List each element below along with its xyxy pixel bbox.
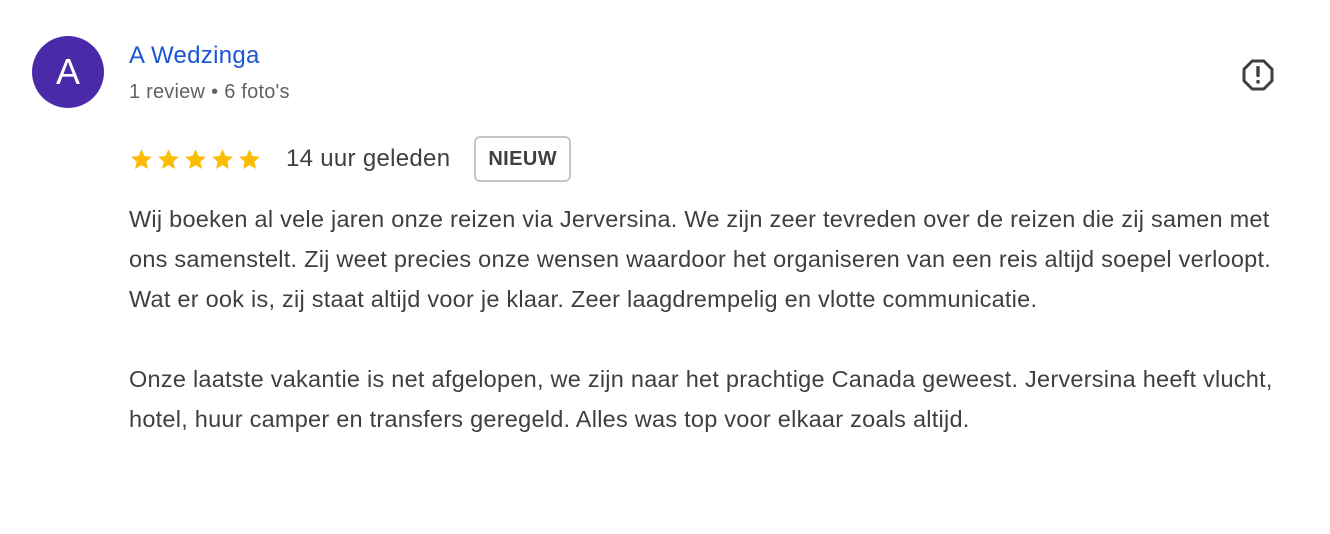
photo-count: 6 foto's bbox=[224, 81, 290, 103]
meta-separator: • bbox=[211, 81, 219, 103]
new-badge: NIEUW bbox=[474, 136, 572, 182]
star-icon bbox=[212, 148, 233, 169]
star-icon bbox=[239, 148, 260, 169]
review-paragraph: Onze laatste vakantie is net afgelopen, … bbox=[129, 366, 1273, 432]
report-review-button[interactable] bbox=[1238, 55, 1278, 95]
review-text: Wij boeken al vele jaren onze reizen via… bbox=[129, 199, 1309, 439]
star-icon bbox=[131, 148, 152, 169]
avatar[interactable]: A bbox=[32, 36, 104, 108]
review-paragraph: Wij boeken al vele jaren onze reizen via… bbox=[129, 206, 1272, 312]
star-icon bbox=[185, 148, 206, 169]
star-rating bbox=[129, 147, 262, 172]
rating-row: 14 uur geleden NIEUW bbox=[129, 136, 572, 182]
author-meta: 1 review • 6 foto's bbox=[129, 78, 290, 106]
author-name-link[interactable]: A Wedzinga bbox=[129, 41, 260, 71]
report-flag-icon bbox=[1242, 59, 1274, 91]
avatar-initial: A bbox=[55, 51, 80, 92]
review-count: 1 review bbox=[129, 81, 206, 103]
star-icon bbox=[158, 148, 179, 169]
review-time: 14 uur geleden bbox=[286, 145, 451, 172]
review-card: A A Wedzinga 1 review • 6 foto's 14 uur ge… bbox=[0, 0, 1330, 534]
